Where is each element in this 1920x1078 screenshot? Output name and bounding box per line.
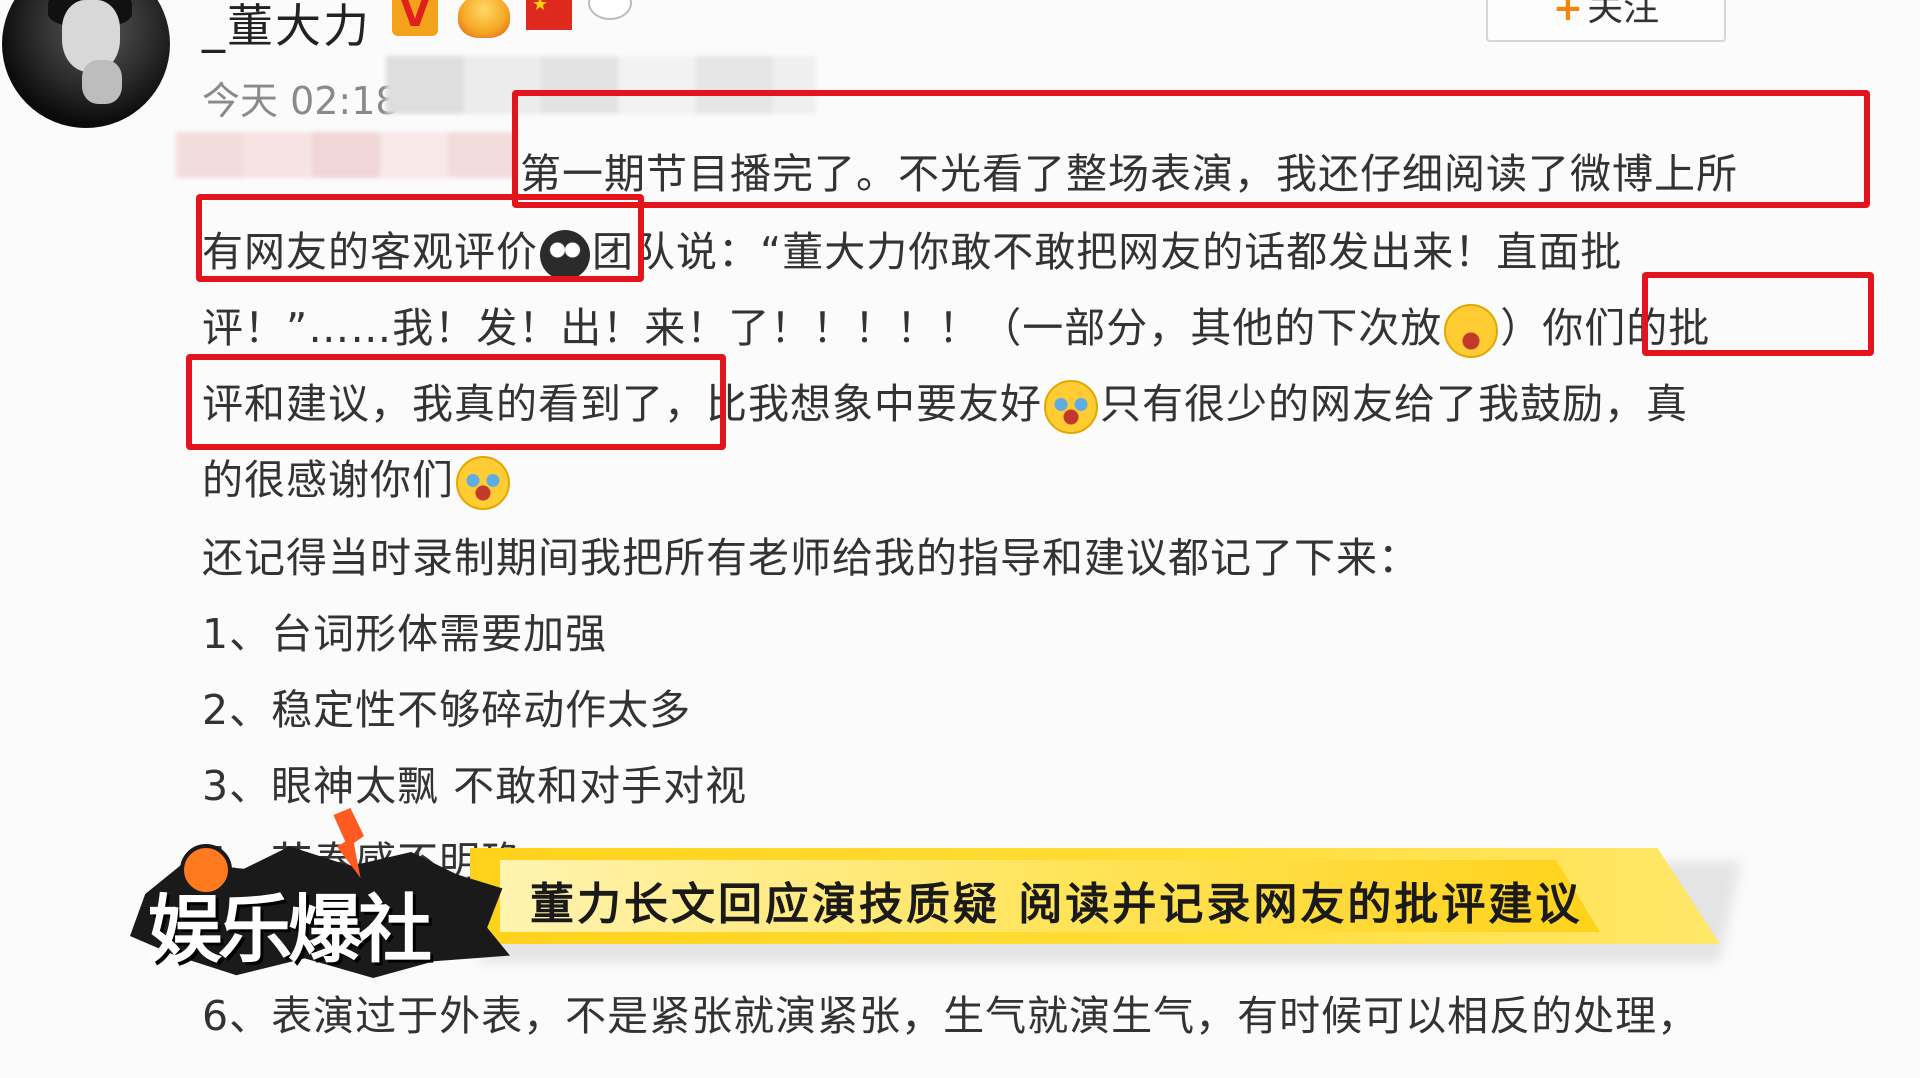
avatar[interactable] <box>2 0 170 128</box>
avatar-hand <box>82 60 122 104</box>
username[interactable]: _董大力 <box>202 0 371 56</box>
verified-v-icon[interactable]: V <box>392 0 438 36</box>
crown-badge-icon[interactable] <box>458 0 510 38</box>
list-item: 2、稳定性不够碎动作太多 <box>202 686 692 734</box>
follow-button-label: 关注 <box>1587 0 1660 29</box>
post-timestamp[interactable]: 今天 02:18 <box>202 70 400 125</box>
list-item: 6、表演过于外表，不是紧张就演紧张，生气就演生气，有时候可以相反的处理， <box>202 992 1700 1040</box>
highlight-box <box>512 90 1870 208</box>
post-text-segment: 只有很少的网友给了我鼓励，真 <box>1100 380 1688 428</box>
bottom-fade <box>0 1040 1920 1078</box>
post-text-line: 的很感谢你们 <box>202 446 512 510</box>
list-item: 1、台词形体需要加强 <box>202 610 608 658</box>
post-text-segment: 的很感谢你们 <box>202 456 454 504</box>
emoji-cry-icon <box>1044 380 1098 434</box>
headline-text: 董力长文回应演技质疑 阅读并记录网友的批评建议 <box>530 879 1583 930</box>
plus-icon: + <box>1552 0 1584 29</box>
follow-button[interactable]: + 关注 <box>1486 0 1726 42</box>
logo-text: 娱乐爆社 <box>148 887 432 973</box>
highlight-box <box>1642 272 1874 356</box>
highlight-box <box>196 194 644 282</box>
post-text-line: 还记得当时录制期间我把所有老师给我的指导和建议都记了下来： <box>202 534 1420 582</box>
weibo-post-screenshot: _董大力 V +关注 今天 02:18 第一期节目播完了。不光看了整场表演，我还… <box>0 0 1920 1078</box>
show-logo: 娱乐爆社 <box>130 808 510 988</box>
post-text-segment: 团队说：“董大力你敢不敢把网友的话都发出来！直面批 <box>592 228 1623 276</box>
emoji-laugh-cry-icon <box>1444 304 1499 358</box>
emoji-cry-icon <box>456 456 510 510</box>
highlight-box <box>186 354 726 450</box>
mosaic-blur <box>176 132 516 178</box>
post-text-line: 评！”……我！发！出！来！了！！！！！（一部分，其他的下次放 ）你们的批 <box>202 294 1710 358</box>
list-item: 3、眼神太飘 不敢和对手对视 <box>202 762 748 810</box>
flag-badge-icon[interactable] <box>526 0 572 30</box>
panda-badge-icon[interactable] <box>588 0 632 20</box>
post-text-segment: 评！”……我！发！出！来！了！！！！！（一部分，其他的下次放 <box>202 304 1443 352</box>
